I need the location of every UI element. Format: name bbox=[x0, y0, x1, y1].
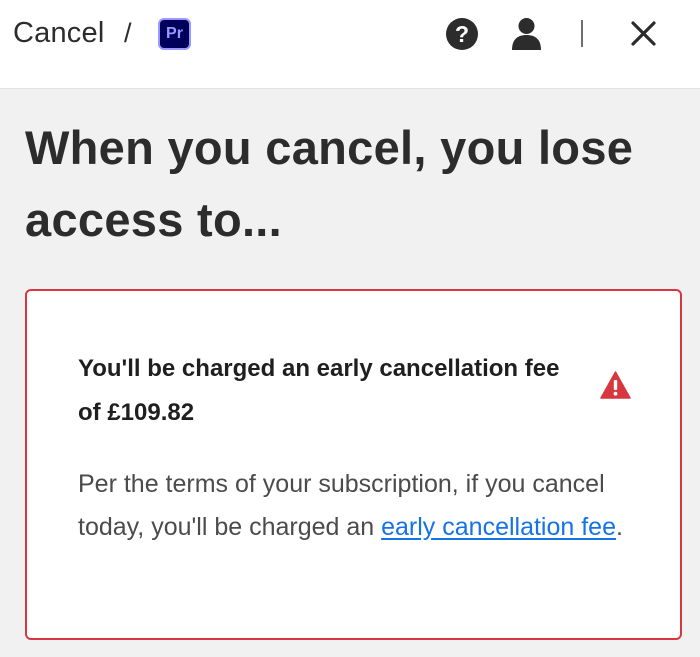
user-icon[interactable] bbox=[510, 17, 543, 50]
premiere-pro-app-icon: Pr bbox=[158, 18, 191, 50]
header-divider bbox=[581, 20, 583, 47]
alert-body: Per the terms of your subscription, if y… bbox=[78, 463, 648, 549]
page-title: When you cancel, you lose access to... bbox=[25, 121, 634, 246]
top-header: Cancel / Pr ? bbox=[0, 0, 700, 89]
help-icon[interactable]: ? bbox=[445, 17, 479, 51]
early-cancellation-alert: You'll be charged an early cancellation … bbox=[25, 289, 682, 640]
early-cancellation-fee-link[interactable]: early cancellation fee bbox=[381, 513, 616, 541]
breadcrumb-cancel[interactable]: Cancel bbox=[13, 13, 104, 53]
breadcrumb-separator: / bbox=[124, 18, 132, 48]
alert-heading: You'll be charged an early cancellation … bbox=[78, 355, 560, 426]
svg-text:?: ? bbox=[455, 21, 469, 47]
close-icon[interactable] bbox=[630, 20, 657, 47]
alert-body-suffix: . bbox=[616, 513, 623, 541]
warning-icon bbox=[600, 371, 631, 399]
